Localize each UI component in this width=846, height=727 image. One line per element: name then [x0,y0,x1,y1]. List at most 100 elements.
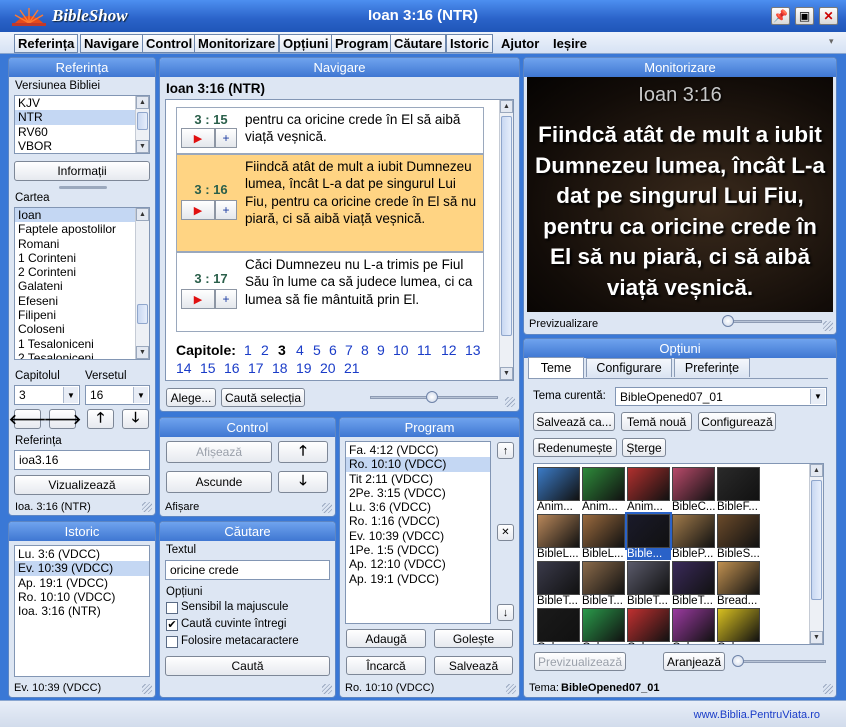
theme-thumbnail[interactable] [537,467,580,501]
cauta-selectia-button[interactable]: Caută selecția [221,388,305,407]
configureaza-button[interactable]: Configurează [698,412,776,431]
scroll-up-icon[interactable]: ▲ [810,464,823,477]
list-item[interactable]: Ap. 19:1 (VDCC) [15,576,149,590]
menu-navigare[interactable]: Navigare [80,34,143,53]
chapter-link[interactable]: 7 [345,342,353,358]
add-to-program-button[interactable]: + [215,128,237,148]
theme-thumbnail[interactable] [717,608,760,642]
list-item[interactable]: Fa. 4:12 (VDCC) [346,443,490,457]
project-verse-button[interactable]: ▶ [181,289,215,309]
verse-row[interactable]: 3 : 15 ▶ + pentru ca oricine crede în El… [176,107,484,154]
theme-thumbnail[interactable] [537,514,580,548]
remove-item-button[interactable]: ✕ [497,524,514,541]
resize-grip[interactable] [505,397,515,407]
list-item[interactable]: Faptele apostolilor [15,222,149,236]
theme-thumbnail[interactable] [627,561,670,595]
scrollbar[interactable]: ▲ ▼ [135,96,149,153]
scroll-up-icon[interactable]: ▲ [136,96,149,109]
tab-preferinte[interactable]: Preferințe [674,358,750,377]
search-input[interactable]: oricine crede [165,560,330,580]
list-item[interactable]: 2Pe. 3:15 (VDCC) [346,486,490,500]
chapter-link[interactable]: 5 [313,342,321,358]
tab-teme[interactable]: Teme [528,357,584,378]
maximize-button[interactable]: ▣ [795,7,814,25]
add-to-program-button[interactable]: + [215,289,237,309]
list-item[interactable]: KJV [15,96,149,110]
list-item[interactable]: 1 Tesaloniceni [15,337,149,351]
theme-thumbnail[interactable] [582,608,625,642]
resize-grip[interactable] [506,684,516,694]
list-item[interactable]: Ioa. 3:16 (NTR) [15,604,149,618]
scroll-up-icon[interactable]: ▲ [500,100,513,113]
list-item[interactable]: Ro. 1:16 (VDCC) [346,514,490,528]
chapter-link[interactable]: 18 [272,360,288,376]
list-item[interactable]: Ev. 10:39 (VDCC) [346,529,490,543]
aranjeaza-button[interactable]: Aranjează [663,652,725,671]
theme-thumbnail[interactable] [582,467,625,501]
list-item[interactable]: 2 Corinteni [15,265,149,279]
theme-thumbnail[interactable] [537,608,580,642]
checkbox-whole-words[interactable]: ✔ [166,619,178,631]
pin-button[interactable]: 📌 [771,7,790,25]
list-item[interactable]: Coloseni [15,322,149,336]
list-item[interactable]: VBOR [15,139,149,153]
chevron-down-icon[interactable]: ▼ [810,389,825,404]
incarca-button[interactable]: Încarcă [346,656,426,675]
verse-row-selected[interactable]: 3 : 16 ▶ + Fiindcă atât de mult a iubit … [176,154,484,252]
chapter-link[interactable]: 19 [296,360,312,376]
resize-grip[interactable] [322,503,332,513]
list-item[interactable]: Ev. 10:39 (VDCC) [15,561,149,576]
slider-knob[interactable] [722,315,734,327]
up-button[interactable]: 🡑 [87,409,114,429]
thumbnail-size-slider[interactable] [736,660,826,663]
preview-slider[interactable] [722,320,822,323]
capitol-select[interactable]: 3 ▼ [14,385,80,405]
tema-noua-button[interactable]: Temă nouă [621,412,692,431]
ascunde-button[interactable]: Ascunde [166,471,272,493]
show-down-button[interactable]: 🡓 [278,471,328,493]
chapter-link[interactable]: 20 [320,360,336,376]
verse-row[interactable]: 3 : 17 ▶ + Căci Dumnezeu nu L-a trimis p… [176,252,484,332]
chapter-link[interactable]: 13 [465,342,481,358]
menu-program[interactable]: Program [331,34,393,53]
resize-grip[interactable] [142,684,152,694]
slider-knob[interactable] [426,391,438,403]
move-down-button[interactable]: ↓ [497,604,514,621]
verset-select[interactable]: 16 ▼ [85,385,150,405]
theme-thumbnail[interactable] [627,467,670,501]
menu-referinta[interactable]: Referința [14,34,79,53]
list-item[interactable]: NTR [15,110,149,125]
chapter-link[interactable]: 1 [244,342,252,358]
menu-istoric[interactable]: Istoric [446,34,494,53]
chapter-link-current[interactable]: 3 [278,342,286,358]
chapter-link[interactable]: 10 [393,342,409,358]
menu-control[interactable]: Control [142,34,197,53]
version-list[interactable]: KJV NTR RV60 VBOR ▲ ▼ [14,95,150,154]
referinta-input[interactable]: ioa3.16 [14,450,150,470]
theme-thumbnail[interactable] [672,608,715,642]
scroll-down-icon[interactable]: ▼ [136,140,149,153]
scroll-down-icon[interactable]: ▼ [810,631,823,644]
list-item[interactable]: Filipeni [15,308,149,322]
project-verse-button[interactable]: ▶ [181,200,215,220]
down-button[interactable]: 🡓 [122,409,149,429]
cauta-button[interactable]: Caută [165,656,330,676]
scrollbar[interactable]: ▲ ▼ [135,208,149,359]
list-item[interactable]: 2 Tesaloniceni [15,351,149,359]
sterge-button[interactable]: Șterge [622,438,666,457]
resize-grip[interactable] [823,684,833,694]
theme-thumbnail[interactable] [582,561,625,595]
chapter-link[interactable]: 8 [361,342,369,358]
list-item[interactable]: Galateni [15,279,149,293]
previzualizeaza-button[interactable]: Previzualizează [534,652,626,671]
slider-knob[interactable] [732,655,744,667]
chapter-link[interactable]: 21 [344,360,360,376]
chapter-link[interactable]: 6 [329,342,337,358]
list-item[interactable]: Tit 2:11 (VDCC) [346,472,490,486]
chevron-down-icon[interactable]: ▼ [63,387,78,403]
afiseaza-button[interactable]: Afișează [166,441,272,463]
add-to-program-button[interactable]: + [215,200,237,220]
vizualizeaza-button[interactable]: Vizualizează [14,475,150,495]
program-list[interactable]: Fa. 4:12 (VDCC) Ro. 10:10 (VDCC) Tit 2:1… [345,441,491,624]
theme-thumbnail[interactable] [627,608,670,642]
